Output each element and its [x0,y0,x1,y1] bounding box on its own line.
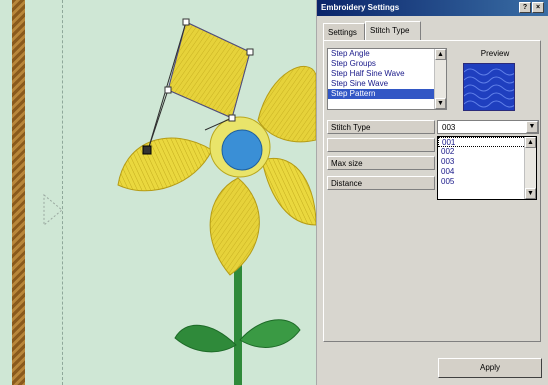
tab-settings[interactable]: Settings [323,23,365,40]
petal-left [117,137,213,192]
max-size-label: Max size [327,156,435,170]
pattern-list[interactable]: Step Angle Step Groups Step Half Sine Wa… [327,48,447,110]
flower-center-inner [221,129,263,171]
scroll-down-icon[interactable]: ▼ [435,98,446,109]
dropdown-option[interactable]: 001 [438,137,536,147]
list-item-selected[interactable]: Step Pattern [328,89,446,99]
stitch-type-value: 003 [442,123,456,132]
panel-title: Embroidery Settings [321,3,400,12]
chevron-down-icon[interactable]: ▼ [526,121,538,133]
dropdown-option[interactable]: 005 [438,177,536,187]
pattern-list-scrollbar[interactable]: ▲ ▼ [434,49,446,109]
petal-right-upper [257,65,316,143]
list-item[interactable]: Step Sine Wave [328,79,446,89]
embroidery-settings-panel: Embroidery Settings ? × Settings Stitch … [316,0,548,385]
node-handle [182,18,190,26]
blank-label [327,138,435,152]
dropdown-option[interactable]: 003 [438,157,536,167]
node-handle [228,114,236,122]
node-handle [246,48,254,56]
list-item[interactable]: Step Angle [328,49,446,59]
stitch-type-label: Stitch Type [327,120,435,134]
close-button[interactable]: × [532,2,544,13]
leaf-left [174,324,237,353]
dropdown-option[interactable]: 002 [438,147,536,157]
dropdown-scrollbar[interactable]: ▲ ▼ [524,137,536,199]
preview-label: Preview [480,49,510,58]
node-handle [164,86,172,94]
tab-stitch-type[interactable]: Stitch Type [365,21,421,40]
list-item[interactable]: Step Half Sine Wave [328,69,446,79]
flower-design[interactable] [0,0,316,385]
design-canvas[interactable] [0,0,316,385]
stitch-type-dropdown[interactable]: 001 002 003 004 005 ▲ ▼ [437,136,537,200]
petal-right-lower [261,157,316,226]
scroll-down-icon[interactable]: ▼ [525,188,536,199]
prop-row-stitch-type: Stitch Type 003 ▼ [327,120,539,134]
help-button[interactable]: ? [519,2,531,13]
panel-titlebar[interactable]: Embroidery Settings ? × [317,0,548,16]
dropdown-option[interactable]: 004 [438,167,536,177]
distance-label: Distance [327,176,435,190]
scroll-up-icon[interactable]: ▲ [525,137,536,148]
list-item[interactable]: Step Groups [328,59,446,69]
node-handle [142,145,152,155]
apply-button[interactable]: Apply [438,358,542,378]
hoop-marker [43,193,63,227]
preview-swatch [463,63,515,111]
petal-top-selected [167,21,251,119]
stitch-type-select[interactable]: 003 ▼ [437,120,539,134]
scroll-up-icon[interactable]: ▲ [435,49,446,60]
leaf-right [239,319,301,348]
petal-bottom [209,177,260,276]
